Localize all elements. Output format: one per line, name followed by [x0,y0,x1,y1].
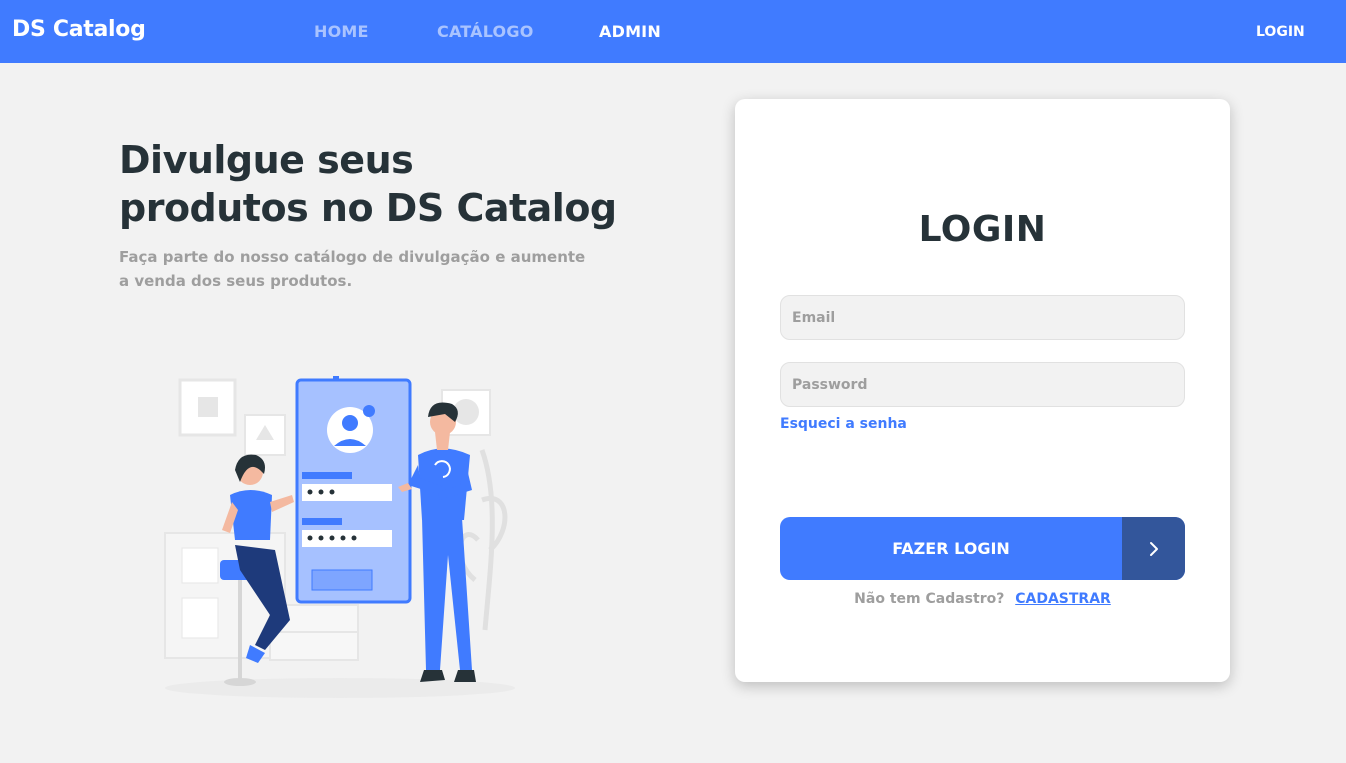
nav-link-home[interactable]: HOME [314,22,369,41]
login-submit-button[interactable]: FAZER LOGIN [780,517,1185,580]
login-card: LOGIN Esqueci a senha FAZER LOGIN Não te… [735,99,1230,682]
nav-link-catalog[interactable]: CATÁLOGO [437,22,534,41]
forgot-password-link[interactable]: Esqueci a senha [780,416,907,432]
hero-subtitle: Faça parte do nosso catálogo de divulgaç… [119,248,586,290]
login-submit-label: FAZER LOGIN [892,539,1010,558]
hero-title: Divulgue seus produtos no DS Catalog [119,136,639,232]
nav-link-admin[interactable]: ADMIN [599,22,661,41]
brand-logo[interactable]: DS Catalog [12,17,146,42]
people-login-illustration [164,376,515,698]
navbar: DS Catalog HOME CATÁLOGO ADMIN LOGIN [0,0,1346,63]
signup-text: Não tem Cadastro? [854,591,1005,607]
hero-title-line1: Divulgue seus [119,138,414,182]
chevron-right-icon [1122,517,1185,580]
hero-title-line2: produtos no DS Catalog [119,186,617,230]
password-input[interactable] [780,362,1185,407]
signup-row: Não tem Cadastro? CADASTRAR [735,591,1230,607]
login-card-title: LOGIN [918,209,1047,250]
email-input[interactable] [780,295,1185,340]
signup-link[interactable]: CADASTRAR [1015,591,1111,607]
nav-login-link[interactable]: LOGIN [1256,24,1305,40]
